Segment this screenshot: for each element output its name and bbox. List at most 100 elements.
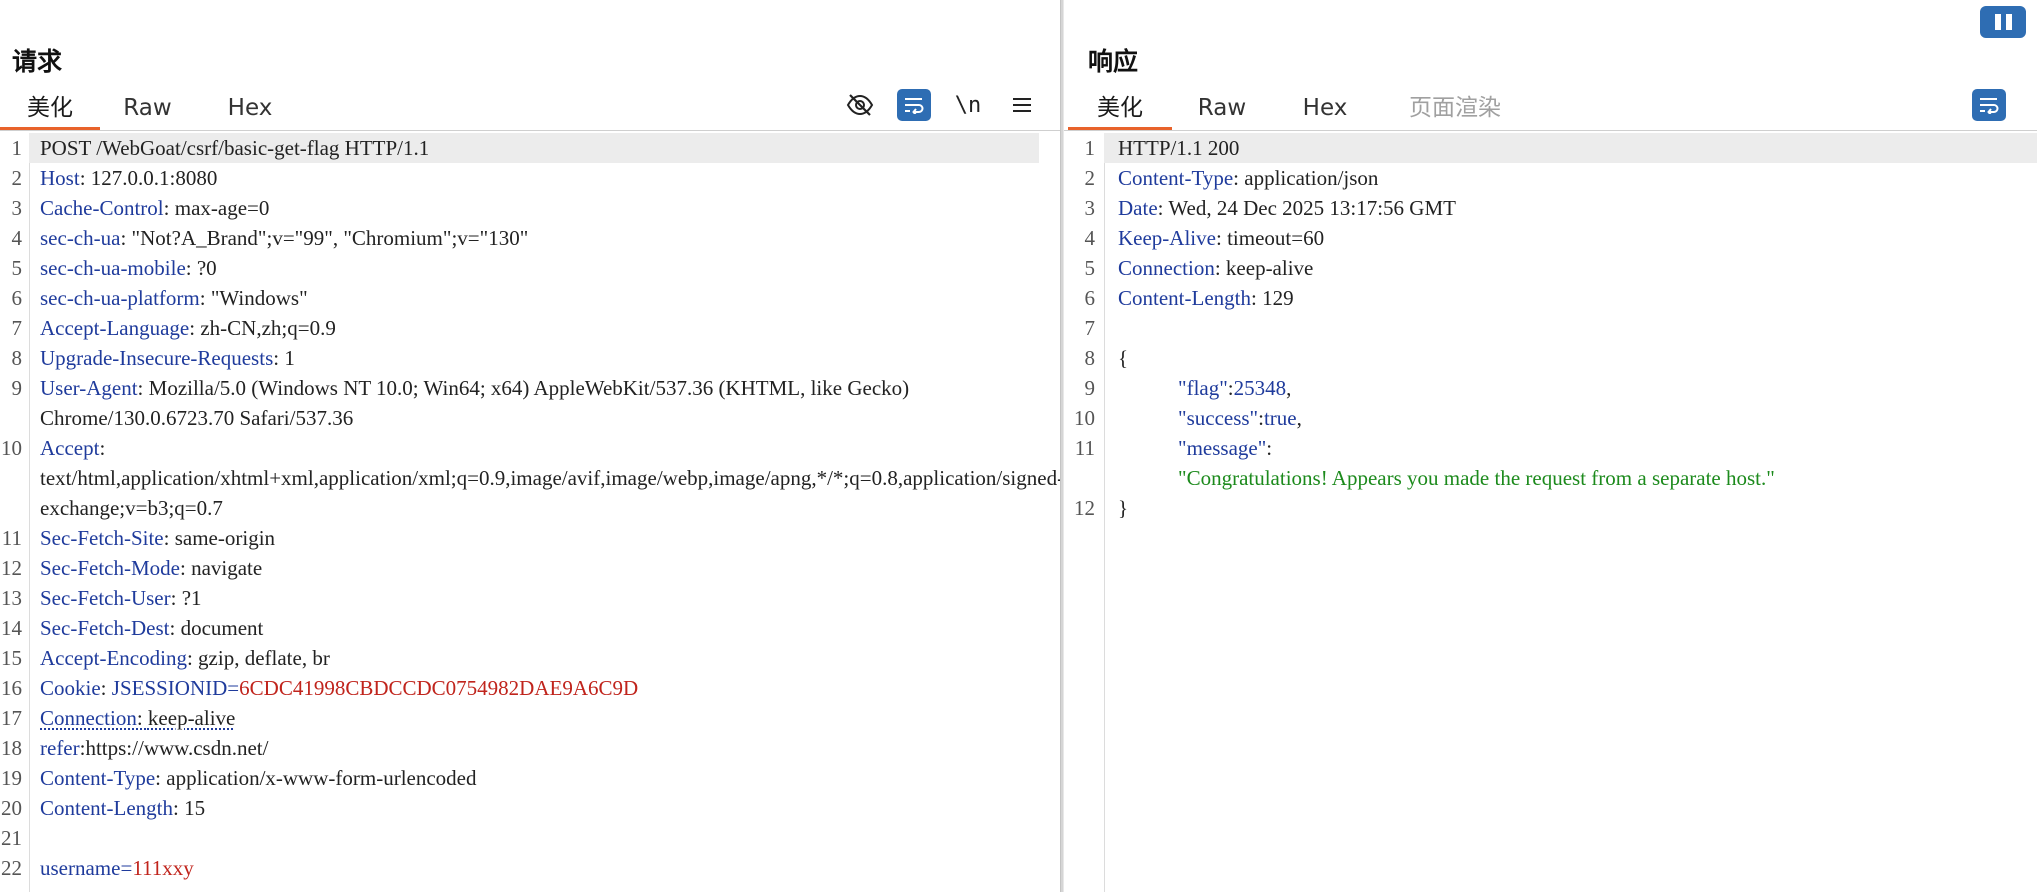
json-key: "flag" — [1178, 376, 1228, 400]
code-line: 12 Sec-Fetch-Mode: navigate — [0, 553, 1061, 583]
line-number: 11 — [1074, 436, 1095, 460]
line-number: 7 — [1084, 316, 1096, 340]
header-value: text/html,application/xhtml+xml,applicat… — [40, 466, 1061, 520]
tab-pretty[interactable]: 美化 — [1068, 86, 1172, 131]
code-line: 13 Sec-Fetch-User: ?1 — [0, 583, 1061, 613]
header-name: Sec-Fetch-User — [40, 586, 171, 610]
code-text: Date: Wed, 24 Dec 2025 13:17:56 GMT — [1118, 196, 1456, 220]
header-name: Content-Type — [40, 766, 156, 790]
code-line: 14 Sec-Fetch-Dest: document — [0, 613, 1061, 643]
tab-divider — [1064, 130, 2037, 131]
code-text: Keep-Alive: timeout=60 — [1118, 226, 1325, 250]
line-number: 2 — [11, 166, 23, 190]
json-brace: } — [1118, 496, 1129, 520]
tab-hex[interactable]: Hex — [215, 86, 285, 127]
header-value: Mozilla/5.0 (Windows NT 10.0; Win64; x64… — [40, 376, 915, 430]
line-number: 12 — [1074, 496, 1095, 520]
code-text: refer:https://www.csdn.net/ — [40, 736, 269, 760]
header-value: ?0 — [196, 256, 217, 280]
hamburger-icon[interactable] — [1005, 89, 1039, 121]
code-line: 3 Date: Wed, 24 Dec 2025 13:17:56 GMT — [1064, 193, 2037, 223]
code-line: 18 refer:https://www.csdn.net/ — [0, 733, 1061, 763]
header-value: same-origin — [174, 526, 276, 550]
line-number: 11 — [1, 526, 22, 550]
response-editor[interactable]: 1 HTTP/1.1 200 2 Content-Type: applicati… — [1064, 133, 2037, 892]
code-token: , — [1286, 376, 1292, 400]
code-line: 2 Host: 127.0.0.1:8080 — [0, 163, 1061, 193]
code-text: Content-Type: application/x-www-form-url… — [40, 766, 477, 790]
code-text: HTTP/1.1 200 — [1118, 133, 2037, 163]
code-text: User-Agent: Mozilla/5.0 (Windows NT 10.0… — [40, 376, 915, 430]
header-value: 129 — [1262, 286, 1294, 310]
code-token: = — [227, 676, 240, 700]
code-line: 11 Sec-Fetch-Site: same-origin — [0, 523, 1061, 553]
code-line: 7 — [1064, 313, 2037, 343]
line-number: 13 — [1, 586, 22, 610]
code-text: sec-ch-ua-platform: "Windows" — [40, 286, 308, 310]
code-text: POST /WebGoat/csrf/basic-get-flag HTTP/1… — [40, 133, 1041, 163]
tab-raw[interactable]: Raw — [110, 86, 185, 127]
header-name: Upgrade-Insecure-Requests — [40, 346, 274, 370]
line-number: 12 — [1, 556, 22, 580]
code-line: 15 Accept-Encoding: gzip, deflate, br — [0, 643, 1061, 673]
header-value: ?1 — [181, 586, 202, 610]
line-number: 4 — [11, 226, 23, 250]
code-text: Sec-Fetch-Site: same-origin — [40, 526, 276, 550]
code-token: , — [1296, 406, 1302, 430]
header-name: Sec-Fetch-Dest — [40, 616, 170, 640]
code-line: 21 — [0, 823, 1061, 853]
response-pane: 响应 美化 Raw Hex 页面渲染 1 HTTP/1.1 200 2 Cont… — [1064, 0, 2037, 892]
header-name: User-Agent — [40, 376, 138, 400]
code-text: sec-ch-ua-mobile: ?0 — [40, 256, 217, 280]
header-name: Host — [40, 166, 80, 190]
header-name: Sec-Fetch-Mode — [40, 556, 180, 580]
request-title: 请求 — [12, 47, 63, 76]
code-text: sec-ch-ua: "Not?A_Brand";v="99", "Chromi… — [40, 226, 529, 250]
pause-icon[interactable] — [1980, 6, 2026, 38]
line-number: 10 — [1074, 406, 1095, 430]
code-line: 6 Content-Length: 129 — [1064, 283, 2037, 313]
code-line: 5 sec-ch-ua-mobile: ?0 — [0, 253, 1061, 283]
code-line: 7 Accept-Language: zh-CN,zh;q=0.9 — [0, 313, 1061, 343]
header-value: keep-alive — [147, 706, 236, 730]
line-number: 1 — [1084, 136, 1096, 160]
line-number: 5 — [1084, 256, 1096, 280]
code-text: Connection: keep-alive — [40, 706, 236, 730]
code-line: 8 { — [1064, 343, 2037, 373]
tab-pretty[interactable]: 美化 — [0, 86, 100, 131]
code-text: Accept-Encoding: gzip, deflate, br — [40, 646, 330, 670]
code-line: 10 "success":true, — [1064, 403, 2037, 433]
param-value: 111xxy — [132, 856, 194, 880]
header-name: Connection — [1118, 256, 1215, 280]
tab-divider — [0, 130, 1061, 131]
line-number: 16 — [1, 676, 22, 700]
header-value: 15 — [184, 796, 206, 820]
code-line: 2 Content-Type: application/json — [1064, 163, 2037, 193]
tab-raw[interactable]: Raw — [1186, 86, 1258, 127]
code-line: 6 sec-ch-ua-platform: "Windows" — [0, 283, 1061, 313]
code-text: Content-Length: 15 — [40, 796, 206, 820]
line-number: 2 — [1084, 166, 1096, 190]
header-value: 1 — [284, 346, 295, 370]
code-line: 12 } — [1064, 493, 2037, 523]
newline-toggle[interactable]: \n — [951, 89, 985, 121]
line-number: 14 — [1, 616, 22, 640]
code-line: 16 Cookie: JSESSIONID=6CDC41998CBDCCDC07… — [0, 673, 1061, 703]
code-text: Host: 127.0.0.1:8080 — [40, 166, 218, 190]
code-text: "message": "Congratulations! Appears you … — [1178, 436, 1775, 490]
code-line: 4 Keep-Alive: timeout=60 — [1064, 223, 2037, 253]
wrap-lines-icon[interactable] — [1972, 89, 2006, 121]
header-value: Wed, 24 Dec 2025 13:17:56 GMT — [1168, 196, 1456, 220]
header-name: Keep-Alive — [1118, 226, 1216, 250]
code-text: Connection: keep-alive — [1118, 256, 1314, 280]
eye-slash-icon[interactable] — [843, 89, 877, 121]
header-value: max-age=0 — [174, 196, 270, 220]
tab-render[interactable]: 页面渲染 — [1400, 86, 1510, 127]
header-name: Cookie — [40, 676, 101, 700]
header-name: Content-Type — [1118, 166, 1234, 190]
request-editor[interactable]: 1 POST /WebGoat/csrf/basic-get-flag HTTP… — [0, 133, 1061, 892]
wrap-lines-icon[interactable] — [897, 89, 931, 121]
tab-hex[interactable]: Hex — [1290, 86, 1360, 127]
header-value: timeout=60 — [1227, 226, 1325, 250]
code-line: 3 Cache-Control: max-age=0 — [0, 193, 1061, 223]
